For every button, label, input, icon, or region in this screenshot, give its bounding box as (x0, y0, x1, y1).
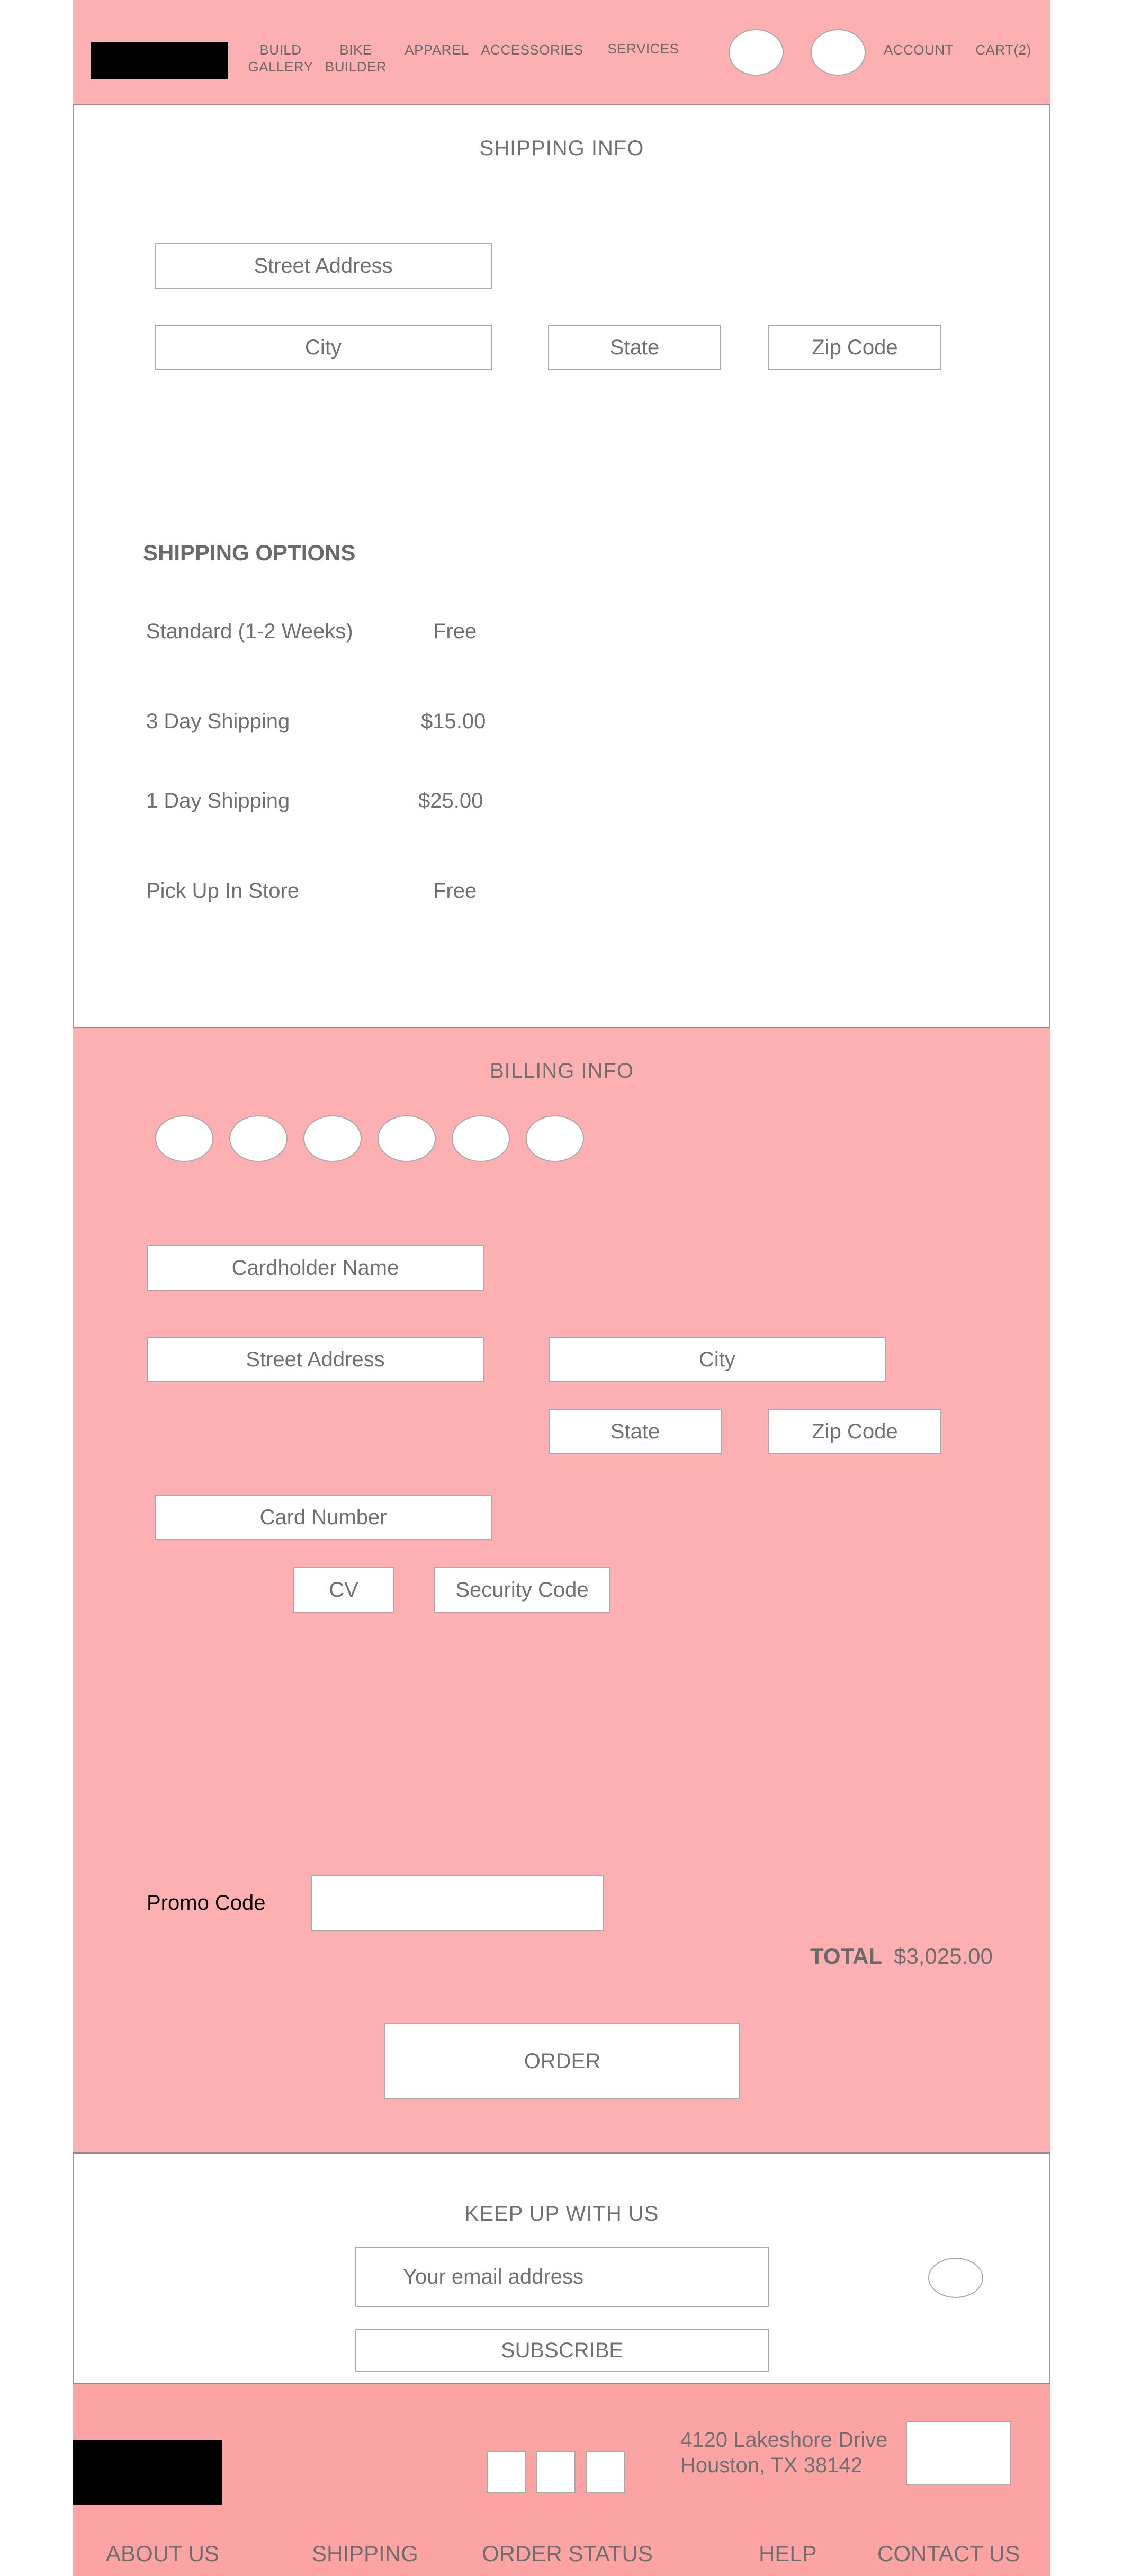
shipping-price-1-day: $25.00 (418, 789, 483, 812)
billing-state-field[interactable]: State (549, 1409, 722, 1454)
cardholder-name-field[interactable]: Cardholder Name (147, 1245, 484, 1291)
billing-city-field[interactable]: City (549, 1337, 886, 1382)
shipping-price-3-day: $15.00 (421, 710, 486, 733)
shipping-option-3-day[interactable]: 3 Day Shipping (146, 710, 290, 734)
subscribe-button[interactable]: SUBSCRIBE (355, 2329, 769, 2372)
newsletter-title: KEEP UP WITH US (464, 2202, 659, 2225)
shipping-info-title: SHIPPING INFO (479, 137, 644, 160)
billing-street-address-field[interactable]: Street Address (147, 1337, 484, 1382)
footer-link-contact-us[interactable]: CONTACT US (877, 2541, 1020, 2566)
shipping-street-address-field[interactable]: Street Address (155, 243, 492, 289)
newsletter-social-icon[interactable] (928, 2258, 983, 2298)
footer-link-help[interactable]: HELP (759, 2541, 817, 2566)
promo-code-label: Promo Code (147, 1891, 266, 1915)
social-icon-3[interactable] (586, 2451, 625, 2493)
shipping-price-pickup: Free (433, 879, 477, 902)
payment-method-icon-6[interactable] (526, 1115, 584, 1162)
footer-link-order-status[interactable]: ORDER STATUS (482, 2541, 653, 2566)
billing-zip-code-field[interactable]: Zip Code (768, 1409, 941, 1454)
cv-field[interactable]: CV (293, 1567, 394, 1613)
shipping-zip-code-field[interactable]: Zip Code (768, 325, 941, 370)
payment-method-icon-5[interactable] (452, 1115, 510, 1162)
payment-method-icon-2[interactable] (229, 1115, 288, 1162)
account-link[interactable]: ACCOUNT (879, 41, 958, 58)
payment-method-icon-3[interactable] (303, 1115, 362, 1162)
newsletter-email-input[interactable]: Your email address (355, 2247, 769, 2307)
nav-accessories[interactable]: ACCESSORIES (479, 41, 585, 58)
nav-build-gallery[interactable]: BUILD GALLERY (246, 41, 315, 75)
footer-link-about-us[interactable]: ABOUT US (106, 2541, 219, 2566)
nav-services[interactable]: SERVICES (604, 40, 683, 57)
shipping-option-1-day[interactable]: 1 Day Shipping (146, 789, 290, 813)
total-value: $3,025.00 (894, 1944, 993, 1969)
footer-logo[interactable] (73, 2440, 222, 2505)
total-label: TOTAL (810, 1944, 883, 1969)
shipping-price-standard: Free (433, 620, 477, 643)
footer-map-box[interactable] (906, 2421, 1011, 2485)
shipping-state-field[interactable]: State (548, 325, 721, 370)
billing-divider-bottom (73, 2152, 1050, 2154)
card-number-field[interactable]: Card Number (155, 1495, 492, 1540)
cart-link[interactable]: CART(2) (969, 41, 1038, 58)
nav-apparel[interactable]: APPAREL (402, 41, 471, 58)
social-icon-1[interactable] (487, 2451, 526, 2493)
shipping-options-title: SHIPPING OPTIONS (143, 540, 356, 565)
nav-bike-builder[interactable]: BIKE BUILDER (321, 41, 390, 75)
footer-address-line-1: 4120 Lakeshore Drive (680, 2428, 888, 2452)
header-divider (73, 104, 1050, 105)
order-button[interactable]: ORDER (384, 2023, 740, 2099)
promo-code-input[interactable] (311, 1875, 604, 1931)
security-code-field[interactable]: Security Code (434, 1567, 610, 1613)
shipping-city-field[interactable]: City (155, 325, 492, 370)
footer-link-shipping[interactable]: SHIPPING (312, 2541, 418, 2566)
footer-address-line-2: Houston, TX 38142 (680, 2454, 863, 2477)
payment-method-icon-1[interactable] (155, 1115, 213, 1162)
social-icon-2[interactable] (536, 2451, 576, 2493)
user-icon[interactable] (811, 29, 866, 76)
shipping-option-standard[interactable]: Standard (1-2 Weeks) (146, 620, 353, 643)
search-icon[interactable] (729, 29, 784, 76)
site-logo[interactable] (91, 42, 228, 79)
payment-method-icon-4[interactable] (378, 1115, 436, 1162)
shipping-option-pickup[interactable]: Pick Up In Store (146, 879, 299, 903)
billing-info-title: BILLING INFO (489, 1059, 634, 1083)
